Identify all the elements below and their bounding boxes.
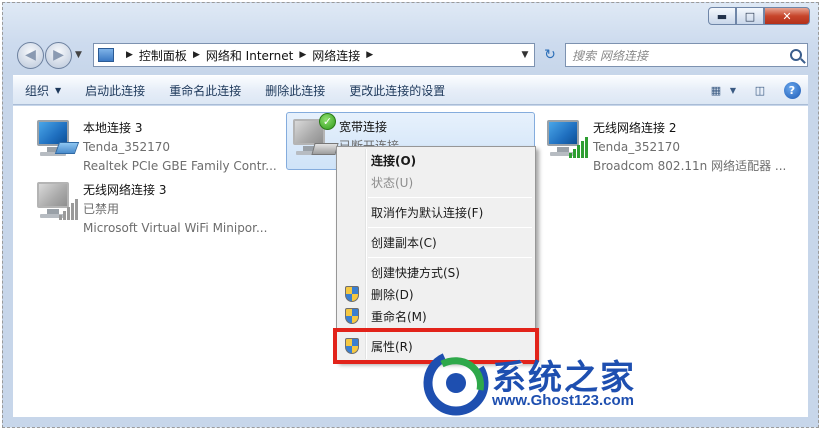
organize-menu-button[interactable]: 组织 ▼ xyxy=(13,76,73,104)
help-icon: ? xyxy=(783,81,801,99)
connection-item-local-3[interactable]: 本地连接 3 Tenda_352170 Realtek PCIe GBE Fam… xyxy=(31,114,277,176)
menu-separator xyxy=(368,197,532,198)
wired-network-icon xyxy=(31,114,83,166)
chevron-down-icon: ▼ xyxy=(75,50,82,60)
view-dropdown-button[interactable]: ▼ xyxy=(728,79,738,101)
menu-item-delete[interactable]: 删除(D) xyxy=(339,283,533,305)
breadcrumb-arrow-icon[interactable]: ▶ xyxy=(299,50,306,60)
menu-item-label: 删除(D) xyxy=(371,287,414,302)
connection-status: Tenda_352170 xyxy=(83,140,171,154)
breadcrumb-network-internet[interactable]: 网络和 Internet xyxy=(206,47,293,64)
menu-item-create-copy[interactable]: 创建副本(C) xyxy=(339,231,533,253)
command-bar: 组织 ▼ 启动此连接 重命名此连接 删除此连接 更改此连接的设置 ▦ ▼ ◫ ? xyxy=(13,75,808,105)
minimize-icon: ▬ xyxy=(716,9,728,23)
search-box[interactable]: 搜索 网络连接 xyxy=(565,43,808,67)
breadcrumb-arrow-icon[interactable]: ▶ xyxy=(193,50,200,60)
control-panel-icon xyxy=(98,48,114,62)
breadcrumb-arrow-icon[interactable]: ▶ xyxy=(126,50,133,60)
connection-name: 无线网络连接 2 xyxy=(593,121,677,135)
view-options-icon: ▦ xyxy=(710,83,722,97)
watermark-url: www.Ghost123.com xyxy=(492,392,634,409)
watermark: 系统之家 www.Ghost123.com xyxy=(420,348,680,418)
connection-name: 无线网络连接 3 xyxy=(83,183,167,197)
navigation-bar: ◀ ▶ ▼ ▶ 控制面板 ▶ 网络和 Internet ▶ 网络连接 ▶ ▼ ↻… xyxy=(17,41,808,69)
preview-pane-icon: ◫ xyxy=(754,83,766,97)
refresh-icon: ↻ xyxy=(544,47,556,63)
menu-item-status: 状态(U) xyxy=(371,175,414,190)
chevron-down-icon: ▼ xyxy=(729,85,737,95)
help-button[interactable]: ? xyxy=(780,79,804,101)
delete-connection-button[interactable]: 删除此连接 xyxy=(253,76,337,104)
forward-arrow-icon: ▶ xyxy=(53,47,64,63)
view-controls: ▦ ▼ ◫ ? xyxy=(700,79,808,101)
uac-shield-icon xyxy=(345,308,359,324)
connection-text: 本地连接 3 Tenda_352170 Realtek PCIe GBE Fam… xyxy=(83,114,277,176)
menu-item-create-shortcut[interactable]: 创建快捷方式(S) xyxy=(339,261,533,283)
menu-item-rename[interactable]: 重命名(M) xyxy=(339,305,533,327)
back-arrow-icon: ◀ xyxy=(25,47,36,63)
organize-label: 组织 xyxy=(25,83,50,98)
connection-text: 无线网络连接 3 已禁用 Microsoft Virtual WiFi Mini… xyxy=(83,176,267,238)
wireless-network-disabled-icon xyxy=(31,176,83,228)
close-icon: ✕ xyxy=(782,9,792,23)
connection-name: 本地连接 3 xyxy=(83,121,143,135)
signal-bars-icon xyxy=(57,198,79,220)
maximize-button[interactable]: □ xyxy=(736,7,764,25)
rename-connection-button[interactable]: 重命名此连接 xyxy=(157,76,253,104)
forward-button[interactable]: ▶ xyxy=(45,41,72,69)
close-button[interactable]: ✕ xyxy=(764,7,810,25)
watermark-logo-icon xyxy=(422,350,490,416)
menu-item-label: 重命名(M) xyxy=(371,309,427,324)
breadcrumb-arrow-icon[interactable]: ▶ xyxy=(366,50,373,60)
back-button[interactable]: ◀ xyxy=(17,41,44,69)
preview-pane-button[interactable]: ◫ xyxy=(748,79,772,101)
maximize-icon: □ xyxy=(744,9,756,23)
window-caption-buttons: ▬ □ ✕ xyxy=(708,7,810,25)
search-icon[interactable] xyxy=(790,49,802,61)
connection-device: Realtek PCIe GBE Family Contr... xyxy=(83,159,277,173)
connection-device: Broadcom 802.11n 网络适配器 ... xyxy=(593,159,787,173)
menu-item-connect[interactable]: 连接(O) xyxy=(339,149,533,171)
connection-item-wireless-2[interactable]: 无线网络连接 2 Tenda_352170 Broadcom 802.11n 网… xyxy=(541,114,786,176)
uac-shield-icon xyxy=(345,286,359,302)
menu-item-cancel-default[interactable]: 取消作为默认连接(F) xyxy=(339,201,533,223)
address-dropdown-icon[interactable]: ▼ xyxy=(516,50,534,60)
recent-pages-dropdown[interactable]: ▼ xyxy=(75,50,87,60)
search-input[interactable]: 搜索 网络连接 xyxy=(572,47,648,64)
menu-separator xyxy=(368,257,532,258)
menu-separator xyxy=(368,227,532,228)
connection-device: Microsoft Virtual WiFi Minipor... xyxy=(83,221,268,235)
refresh-button[interactable]: ↻ xyxy=(539,43,561,67)
start-connection-button[interactable]: 启动此连接 xyxy=(73,76,157,104)
connection-text: 无线网络连接 2 Tenda_352170 Broadcom 802.11n 网… xyxy=(593,114,786,176)
connection-status: Tenda_352170 xyxy=(593,140,681,154)
signal-bars-icon xyxy=(567,136,589,158)
connection-status: 已禁用 xyxy=(83,202,120,216)
breadcrumb-network-connections[interactable]: 网络连接 xyxy=(312,47,360,64)
wireless-network-icon xyxy=(541,114,593,166)
chevron-down-icon: ▼ xyxy=(55,85,62,95)
connection-item-wireless-3[interactable]: 无线网络连接 3 已禁用 Microsoft Virtual WiFi Mini… xyxy=(31,176,267,238)
broadband-icon: ✓ xyxy=(287,113,339,165)
address-bar[interactable]: ▶ 控制面板 ▶ 网络和 Internet ▶ 网络连接 ▶ ▼ xyxy=(93,43,535,67)
minimize-button[interactable]: ▬ xyxy=(708,7,736,25)
connection-name: 宽带连接 xyxy=(339,120,388,134)
checkmark-icon: ✓ xyxy=(319,113,336,130)
breadcrumb-control-panel[interactable]: 控制面板 xyxy=(139,47,187,64)
change-connection-settings-button[interactable]: 更改此连接的设置 xyxy=(337,76,457,104)
change-view-button[interactable]: ▦ xyxy=(704,79,728,101)
